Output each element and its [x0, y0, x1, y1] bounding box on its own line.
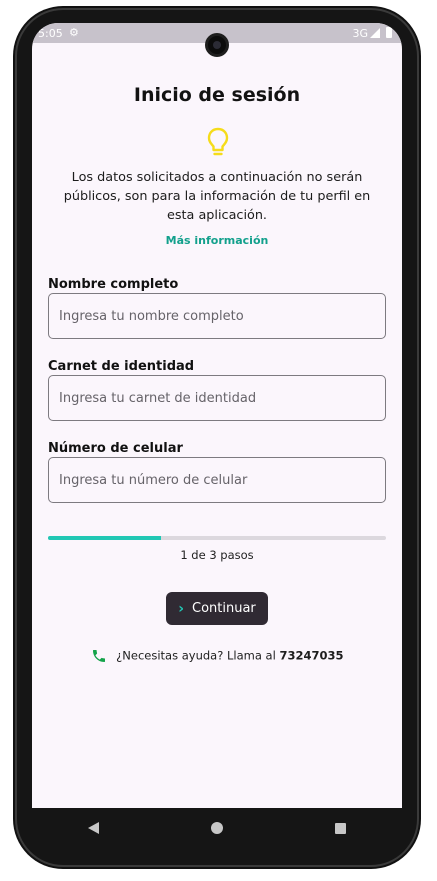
id-card-input[interactable] — [48, 375, 386, 421]
help-line: ¿Necesitas ayuda? Llama al 73247035 — [32, 648, 402, 664]
phone-number-input[interactable] — [48, 457, 386, 503]
page-title: Inicio de sesión — [133, 84, 301, 106]
chevron-right-icon: › — [178, 600, 184, 617]
progress-text: 1 de 3 pasos — [180, 548, 254, 562]
more-info-link[interactable]: Más información — [32, 234, 402, 247]
full-name-input[interactable] — [48, 293, 386, 339]
phone-icon — [92, 650, 105, 662]
network-type: 3G — [352, 27, 368, 40]
continue-label: Continuar — [192, 601, 256, 616]
recents-icon[interactable] — [335, 822, 346, 834]
progress-fill — [48, 536, 161, 540]
intro-description: Los datos solicitados a continuación no … — [63, 170, 371, 223]
progress-bar — [48, 536, 386, 540]
full-name-label: Nombre completo — [48, 277, 179, 292]
status-time: 5:05 — [38, 27, 63, 40]
app-screen: 5:05 ⚙ 3G Inicio de sesión Los datos sol… — [32, 23, 402, 808]
home-icon[interactable] — [211, 822, 223, 834]
signal-icon — [370, 28, 380, 38]
front-camera — [205, 33, 229, 57]
phone-number-label: Número de celular — [48, 441, 183, 456]
back-icon[interactable] — [88, 822, 99, 834]
gear-icon: ⚙ — [69, 26, 79, 39]
help-phone-number[interactable]: 73247035 — [279, 649, 343, 663]
lightbulb-icon — [207, 127, 229, 156]
system-nav-bar — [32, 808, 402, 848]
help-text: ¿Necesitas ayuda? Llama al — [116, 648, 280, 663]
id-card-label: Carnet de identidad — [48, 359, 195, 374]
continue-button[interactable]: › Continuar — [166, 592, 268, 625]
battery-icon — [386, 27, 392, 38]
